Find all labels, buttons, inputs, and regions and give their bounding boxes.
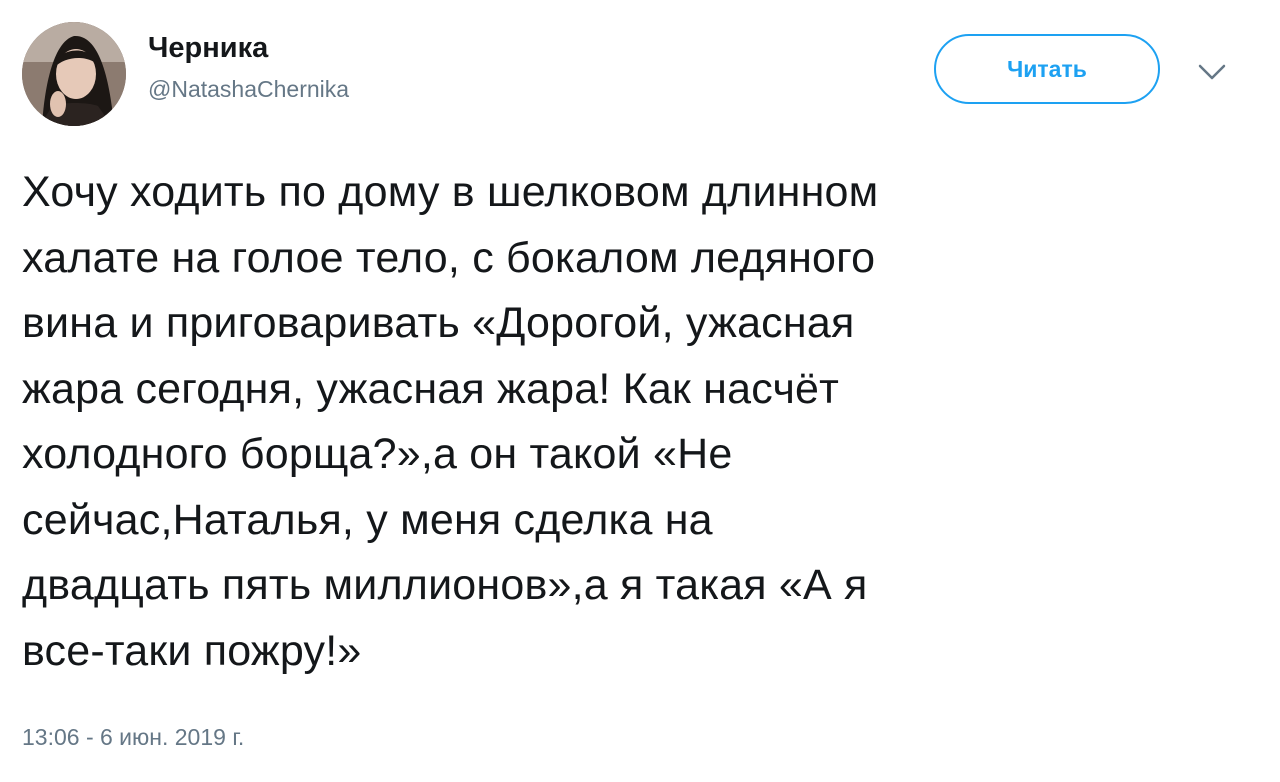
tweet-text-line: жара сегодня, ужасная жара! Как насчёт [22, 364, 840, 413]
avatar[interactable] [22, 22, 126, 126]
tweet-text-line: холодного борща?»,а он такой «Не [22, 430, 733, 478]
tweet-text-line: халате на голое тело, с бокалом ледяного [22, 233, 876, 282]
follow-button[interactable]: Читать [934, 34, 1160, 104]
chevron-down-icon[interactable] [1192, 58, 1232, 88]
tweet-text-line: все-таки пожру!» [22, 626, 362, 675]
author-display-name[interactable]: Черника [148, 32, 268, 65]
tweet-text: Хочу ходить по дому в шелковом длинном х… [22, 160, 1252, 684]
tweet-timestamp[interactable]: 13:06 - 6 июн. 2019 г. [22, 724, 244, 751]
tweet-text-line: вина и приговаривать «Дорогой, ужасная [22, 299, 855, 347]
tweet-text-line: двадцать пять миллионов»,а я такая «А я [22, 561, 868, 609]
author-handle[interactable]: @NatashaChernika [148, 76, 349, 103]
tweet-text-line: Хочу ходить по дому в шелковом длинном [22, 168, 879, 216]
tweet-text-line: сейчас,Наталья, у меня сделка на [22, 495, 713, 544]
tweet-card: Черника @NatashaChernika Читать Хочу ход… [0, 0, 1280, 782]
avatar-photo [22, 22, 126, 126]
